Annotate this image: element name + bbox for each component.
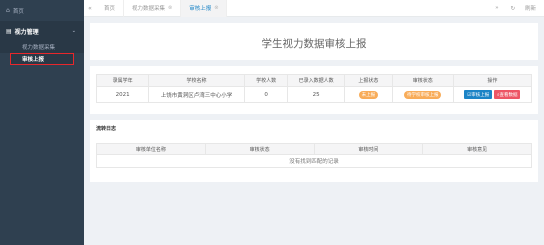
tab-bar: « 首页 视力数据采集 ⊗ 审核上报 ⊗ » ↻ 刷新 <box>84 0 544 17</box>
column-header: 学校名称 <box>148 74 245 87</box>
sidebar-item-home[interactable]: ⌂ 首页 <box>0 0 84 22</box>
table-header-row: 录属学年 学校名称 学校人数 已录入数据人数 上报状态 审核状态 操作 <box>95 74 533 87</box>
audit-report-button[interactable]: ☑审核上报 <box>464 90 493 99</box>
cell-students: 0 <box>243 86 289 103</box>
refresh-button[interactable]: ↻ 刷新 <box>503 4 544 12</box>
tab-data-collect[interactable]: 视力数据采集 ⊗ <box>124 0 182 17</box>
chevron-down-icon: ⌄ <box>71 28 76 34</box>
cell-year: 2021 <box>95 86 150 103</box>
column-header: 审核单位名称 <box>96 143 206 155</box>
tab-home[interactable]: 首页 <box>96 0 125 17</box>
sidebar-group-label: 视力管理 <box>14 28 39 36</box>
report-status-badge: 未上报 <box>358 90 379 99</box>
sidebar-item-label: 审核上报 <box>22 57 45 63</box>
table-row: 没有找到匹配的记录 <box>96 154 532 168</box>
sidebar-item-label: 视力数据采集 <box>22 44 56 51</box>
tab-audit-report[interactable]: 审核上报 ⊗ <box>181 0 228 17</box>
tab-label: 首页 <box>104 6 116 12</box>
column-header: 上报状态 <box>343 74 393 87</box>
refresh-icon: ↻ <box>510 6 516 12</box>
school-table: 录属学年 学校名称 学校人数 已录入数据人数 上报状态 审核状态 操作 2021… <box>95 74 533 103</box>
close-icon[interactable]: ⊗ <box>214 5 218 11</box>
audit-status-badge: 待学校审核上报 <box>403 90 442 99</box>
audit-report-label: 审核上报 <box>471 92 490 98</box>
sidebar-group-vision[interactable]: ▤ 视力管理 ⌄ <box>0 22 84 40</box>
cell-actions: ☑审核上报 ⌕查看数据 <box>452 86 533 103</box>
view-data-label: 查看数据 <box>499 92 518 98</box>
eye-icon: ▤ <box>6 27 12 35</box>
view-data-button[interactable]: ⌕查看数据 <box>493 90 521 99</box>
column-header: 审核状态 <box>204 143 315 155</box>
page-title: 学生视力数据审核上报 <box>261 38 367 50</box>
school-table-panel: 录属学年 学校名称 学校人数 已录入数据人数 上报状态 审核状态 操作 2021… <box>90 66 538 114</box>
column-header: 录属学年 <box>95 74 150 87</box>
log-title: 流转日志 <box>96 126 117 132</box>
sidebar-item-data-collect[interactable]: 视力数据采集 <box>0 40 84 53</box>
cell-audit-status: 待学校审核上报 <box>391 86 454 103</box>
title-panel: 学生视力数据审核上报 <box>90 23 538 60</box>
tab-tools: » ↻ 刷新 <box>491 4 544 12</box>
tab-scroll-left-icon[interactable]: « <box>84 5 96 12</box>
table-row: 2021 上饶市黄洞区卢湾三中心小学 0 25 未上报 待学校审核上报 ☑审核上… <box>95 86 533 103</box>
log-table: 审核单位名称 审核状态 审核时间 审核意见 没有找到匹配的记录 <box>96 143 532 168</box>
log-panel: 流转日志 审核单位名称 审核状态 审核时间 审核意见 没有找到匹配的记录 <box>90 120 538 182</box>
log-header-row: 审核单位名称 审核状态 审核时间 审核意见 <box>96 143 532 155</box>
column-header: 审核意见 <box>422 143 532 155</box>
refresh-label: 刷新 <box>524 6 536 12</box>
tab-scroll-right-icon[interactable]: » <box>491 5 502 11</box>
column-header: 学校人数 <box>243 74 289 87</box>
cell-entered: 25 <box>287 86 345 103</box>
sidebar: ⌂ 首页 ▤ 视力管理 ⌄ 视力数据采集 审核上报 <box>0 0 84 245</box>
close-icon[interactable]: ⊗ <box>168 5 172 11</box>
tab-label: 审核上报 <box>189 6 212 12</box>
cell-school: 上饶市黄洞区卢湾三中心小学 <box>148 86 245 103</box>
tab-label: 视力数据采集 <box>132 6 166 12</box>
column-header: 审核时间 <box>313 143 424 155</box>
empty-message: 没有找到匹配的记录 <box>96 154 532 168</box>
cell-report-status: 未上报 <box>343 86 393 103</box>
column-header: 操作 <box>452 74 533 87</box>
sidebar-item-audit-report[interactable]: 审核上报 <box>10 53 74 65</box>
column-header: 已录入数据人数 <box>287 74 345 87</box>
column-header: 审核状态 <box>391 74 454 87</box>
home-icon: ⌂ <box>6 7 10 14</box>
sidebar-home-label: 首页 <box>12 8 24 15</box>
